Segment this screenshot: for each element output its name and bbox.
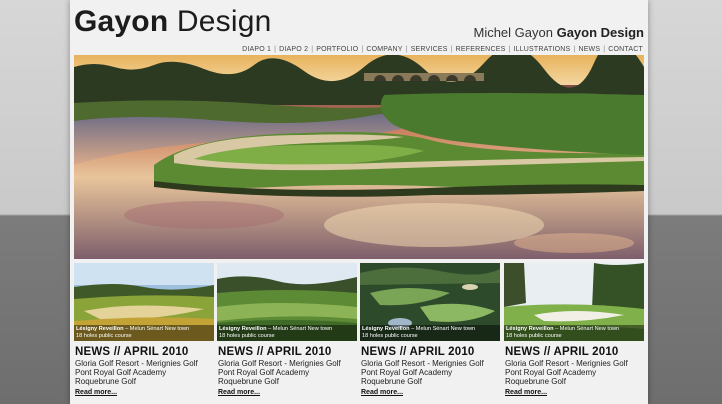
nav-item-references[interactable]: REFERENCES — [453, 46, 509, 53]
news-line: Pont Royal Golf Academy — [218, 368, 310, 377]
nav-item-services[interactable]: SERVICES — [408, 46, 451, 53]
news-line: Roquebrune Golf — [218, 377, 279, 386]
read-more-link[interactable]: Read more... — [75, 388, 217, 397]
thumbnail-caption: Lésigny Reveillon – Melun Sénart New tow… — [217, 325, 357, 341]
news-line: Pont Royal Golf Academy — [75, 368, 167, 377]
news-line: Gloria Golf Resort - Merignies Golf — [361, 359, 484, 368]
tagline-bold: Gayon Design — [556, 25, 644, 40]
page-container: Gayon Design Michel Gayon Gayon Design D… — [70, 0, 648, 404]
main-nav: DIAPO 1 | DIAPO 2 | PORTFOLIO | COMPANY … — [239, 44, 646, 54]
read-more-link[interactable]: Read more... — [505, 388, 647, 397]
news-block-2: NEWS // APRIL 2010 Gloria Golf Resort - … — [218, 346, 360, 397]
caption-course: 18 holes public course — [362, 333, 418, 339]
caption-course: 18 holes public course — [76, 333, 132, 339]
caption-course: 18 holes public course — [219, 333, 275, 339]
caption-location: Lésigny Reveillon — [506, 326, 554, 332]
news-block-3: NEWS // APRIL 2010 Gloria Golf Resort - … — [361, 346, 503, 397]
news-line: Gloria Golf Resort - Merignies Golf — [75, 359, 198, 368]
news-block-4: NEWS // APRIL 2010 Gloria Golf Resort - … — [505, 346, 647, 397]
caption-location: Lésigny Reveillon — [362, 326, 410, 332]
caption-town: – Melun Sénart New town — [123, 326, 190, 332]
news-block-1: NEWS // APRIL 2010 Gloria Golf Resort - … — [75, 346, 217, 397]
news-heading: NEWS // APRIL 2010 — [218, 346, 332, 358]
caption-town: – Melun Sénart New town — [553, 326, 620, 332]
news-heading: NEWS // APRIL 2010 — [361, 346, 475, 358]
news-line: Pont Royal Golf Academy — [505, 368, 597, 377]
tagline-regular: Michel Gayon — [473, 25, 557, 40]
thumbnail-caption: Lésigny Reveillon – Melun Sénart New tow… — [74, 325, 214, 341]
nav-item-diapo-1[interactable]: DIAPO 1 — [239, 46, 274, 53]
logo-bold-text: Gayon — [74, 5, 169, 38]
news-line: Gloria Golf Resort - Merignies Golf — [505, 359, 628, 368]
thumbnail-caption: Lésigny Reveillon – Melun Sénart New tow… — [360, 325, 500, 341]
nav-item-illustrations[interactable]: ILLUSTRATIONS — [510, 46, 573, 53]
caption-town: – Melun Sénart New town — [409, 326, 476, 332]
caption-location: Lésigny Reveillon — [219, 326, 267, 332]
news-heading: NEWS // APRIL 2010 — [505, 346, 619, 358]
caption-town: – Melun Sénart New town — [266, 326, 333, 332]
read-more-link[interactable]: Read more... — [218, 388, 360, 397]
header-tagline: Michel Gayon Gayon Design — [473, 25, 644, 41]
nav-item-news[interactable]: NEWS — [575, 46, 603, 53]
hero-photo — [74, 55, 644, 259]
news-line: Pont Royal Golf Academy — [361, 368, 453, 377]
news-line: Roquebrune Golf — [361, 377, 422, 386]
thumbnail-3[interactable]: Lésigny Reveillon – Melun Sénart New tow… — [360, 263, 500, 341]
news-line: Roquebrune Golf — [505, 377, 566, 386]
nav-item-contact[interactable]: CONTACT — [605, 46, 646, 53]
hero-golf-course-image — [74, 55, 644, 259]
nav-item-diapo-2[interactable]: DIAPO 2 — [276, 46, 311, 53]
nav-item-portfolio[interactable]: PORTFOLIO — [313, 46, 361, 53]
site-logo[interactable]: Gayon Design — [74, 4, 271, 40]
news-line: Roquebrune Golf — [75, 377, 136, 386]
news-heading: NEWS // APRIL 2010 — [75, 346, 189, 358]
caption-location: Lésigny Reveillon — [76, 326, 124, 332]
thumbnail-1[interactable]: Lésigny Reveillon – Melun Sénart New tow… — [74, 263, 214, 341]
thumbnail-caption: Lésigny Reveillon – Melun Sénart New tow… — [504, 325, 644, 341]
nav-item-company[interactable]: COMPANY — [363, 46, 405, 53]
logo-rest-text: Design — [168, 5, 272, 38]
news-line: Gloria Golf Resort - Merignies Golf — [218, 359, 341, 368]
thumbnail-strip: Lésigny Reveillon – Melun Sénart New tow… — [74, 263, 644, 343]
thumbnail-4[interactable]: Lésigny Reveillon – Melun Sénart New tow… — [504, 263, 644, 341]
thumbnail-2[interactable]: Lésigny Reveillon – Melun Sénart New tow… — [217, 263, 357, 341]
caption-course: 18 holes public course — [506, 333, 562, 339]
read-more-link[interactable]: Read more... — [361, 388, 503, 397]
